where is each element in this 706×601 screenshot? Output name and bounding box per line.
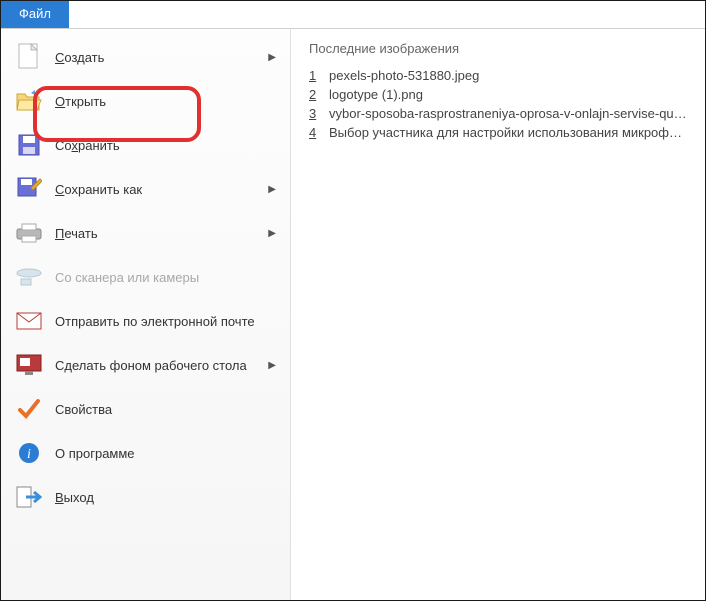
scanner-icon xyxy=(15,263,43,291)
recent-item[interactable]: 3vybor-sposoba-rasprostraneniya-oprosa-v… xyxy=(309,104,687,123)
menu-item-wallpaper[interactable]: Сделать фоном рабочего стола ▶ xyxy=(1,343,290,387)
menu-label-open: Открыть xyxy=(55,94,276,109)
chevron-right-icon: ▶ xyxy=(268,52,276,63)
save-icon xyxy=(15,131,43,159)
menu-column: Создать ▶ Открыть Сохранить Сохранит xyxy=(1,29,291,600)
menu-label-saveas: Сохранить как xyxy=(55,182,260,197)
menu-item-email[interactable]: Отправить по электронной почте xyxy=(1,299,290,343)
envelope-icon xyxy=(15,307,43,335)
recent-title: Последние изображения xyxy=(309,41,687,56)
svg-text:i: i xyxy=(27,447,31,462)
recent-item[interactable]: 4Выбор участника для настройки использов… xyxy=(309,123,687,142)
exit-icon xyxy=(15,483,43,511)
recent-item[interactable]: 2logotype (1).png xyxy=(309,85,687,104)
info-icon: i xyxy=(15,439,43,467)
menu-item-exit[interactable]: Выход xyxy=(1,475,290,519)
chevron-right-icon: ▶ xyxy=(268,228,276,239)
menu-item-open[interactable]: Открыть xyxy=(1,79,290,123)
menu-body: Создать ▶ Открыть Сохранить Сохранит xyxy=(1,29,705,600)
menu-item-saveas[interactable]: Сохранить как ▶ xyxy=(1,167,290,211)
menu-label-save: Сохранить xyxy=(55,138,276,153)
menu-label-about: О программе xyxy=(55,446,276,461)
printer-icon xyxy=(15,219,43,247)
tab-bar: Файл xyxy=(1,1,705,29)
recent-item[interactable]: 1pexels-photo-531880.jpeg xyxy=(309,66,687,85)
new-file-icon xyxy=(15,43,43,71)
menu-label-scanner: Со сканера или камеры xyxy=(55,270,276,285)
menu-item-about[interactable]: i О программе xyxy=(1,431,290,475)
tab-file[interactable]: Файл xyxy=(1,1,69,28)
save-as-icon xyxy=(15,175,43,203)
chevron-right-icon: ▶ xyxy=(268,360,276,371)
recent-panel: Последние изображения 1pexels-photo-5318… xyxy=(291,29,705,600)
menu-item-scanner: Со сканера или камеры xyxy=(1,255,290,299)
menu-label-wallpaper: Сделать фоном рабочего стола xyxy=(55,358,260,373)
menu-label-properties: Свойства xyxy=(55,402,276,417)
file-menu-window: Файл Создать ▶ Открыть Сохранить xyxy=(0,0,706,601)
menu-label-email: Отправить по электронной почте xyxy=(55,314,276,329)
menu-item-print[interactable]: Печать ▶ xyxy=(1,211,290,255)
recent-list: 1pexels-photo-531880.jpeg 2logotype (1).… xyxy=(309,66,687,142)
menu-item-properties[interactable]: Свойства xyxy=(1,387,290,431)
menu-label-create: Создать xyxy=(55,50,260,65)
desktop-wallpaper-icon xyxy=(15,351,43,379)
folder-open-icon xyxy=(15,87,43,115)
menu-item-save[interactable]: Сохранить xyxy=(1,123,290,167)
menu-label-print: Печать xyxy=(55,226,260,241)
menu-label-exit: Выход xyxy=(55,490,276,505)
menu-item-create[interactable]: Создать ▶ xyxy=(1,35,290,79)
checkmark-icon xyxy=(15,395,43,423)
chevron-right-icon: ▶ xyxy=(268,184,276,195)
